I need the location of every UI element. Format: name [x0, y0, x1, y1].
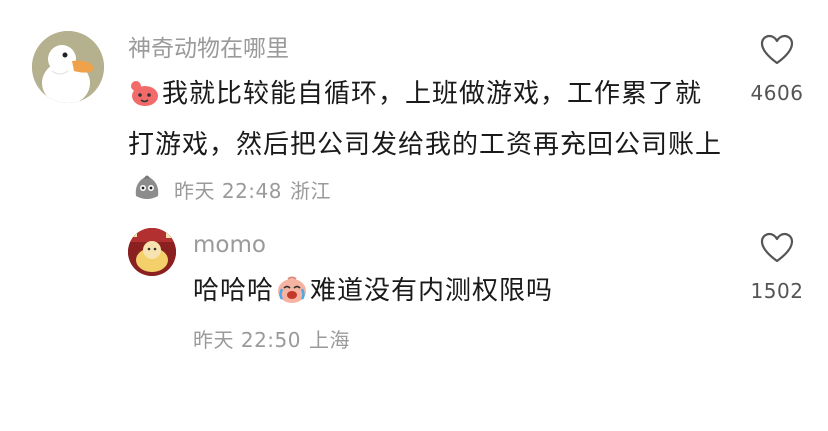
like-button[interactable]: 1502 — [737, 232, 817, 303]
reply-location: 上海 — [309, 328, 350, 352]
grey-blob-emoji-icon — [130, 170, 164, 219]
avatar[interactable] — [128, 228, 176, 276]
reply-meta: 昨天 22:50 上海 — [193, 324, 350, 353]
laugh-cry-emoji-icon — [276, 275, 308, 320]
comment-username[interactable]: 神奇动物在哪里 — [128, 38, 289, 61]
comment-text: 我就比较能自循环，上班做游戏，工作累了就打游戏，然后把公司发给我的工资再充回公司… — [128, 72, 728, 219]
like-count: 1502 — [750, 279, 804, 303]
momo-avatar-image — [128, 228, 176, 276]
reply-text-after: 难道没有内测权限吗 — [310, 276, 554, 306]
reply-username[interactable]: momo — [193, 234, 266, 257]
reply-time: 昨天 22:50 — [193, 328, 301, 352]
comment-item: 神奇动物在哪里 我就比较能自循环，上班做游戏，工作累了就打游戏，然后把公司发给我… — [0, 0, 828, 220]
comment-location: 浙江 — [290, 179, 331, 203]
comment-text-body: 我就比较能自循环，上班做游戏，工作累了就打游戏，然后把公司发给我的工资再充回公司… — [128, 79, 723, 160]
goose-avatar-image — [32, 31, 104, 103]
like-count: 4606 — [750, 81, 804, 105]
avatar[interactable] — [32, 31, 104, 103]
reply-text: 哈哈哈 难道没有内测权限吗 — [193, 269, 713, 320]
heart-outline-icon — [760, 232, 794, 263]
waving-emoji-icon — [128, 78, 160, 123]
heart-outline-icon — [760, 34, 794, 65]
reply-item: momo 哈哈哈 难道没有内测权限吗 昨天 22:50 上海 1502 — [0, 220, 828, 431]
like-button[interactable]: 4606 — [737, 34, 817, 105]
comment-time: 昨天 22:48 — [174, 179, 282, 203]
reply-text-before: 哈哈哈 — [193, 276, 275, 306]
